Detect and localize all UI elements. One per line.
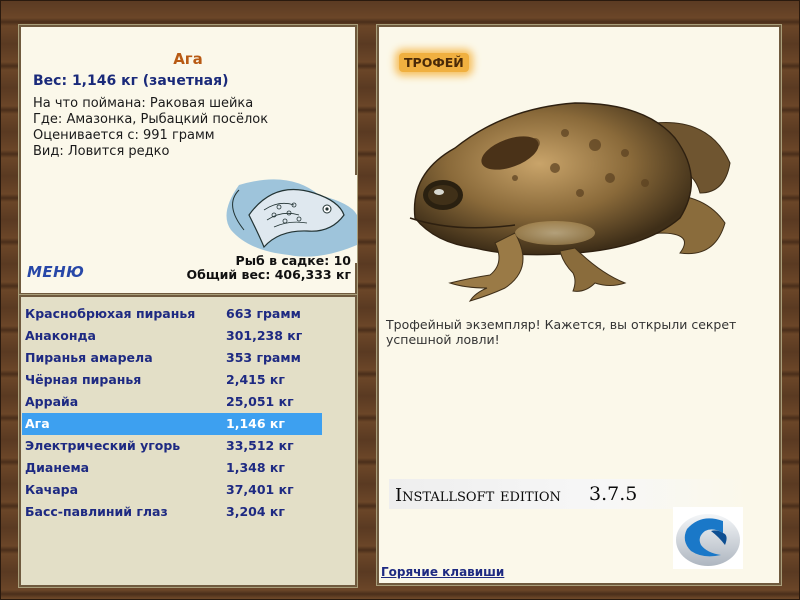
version-number: 3.7.5 <box>589 483 638 505</box>
catch-name: Дианема <box>25 460 90 475</box>
catch-weight: 37,401 кг <box>226 482 294 497</box>
catch-row[interactable]: Басс-павлиний глаз 3,204 кг <box>22 501 322 523</box>
location-line: Где: Амазонка, Рыбацкий посёлок <box>33 112 268 127</box>
catch-name: Басс-павлиний глаз <box>25 504 168 519</box>
threshold-line: Оценивается с: 991 грамм <box>33 128 215 143</box>
toad-image-icon <box>409 102 731 302</box>
catch-row-selected[interactable]: Ага 1,146 кг <box>22 413 322 435</box>
fish-info-panel: Ага Вес: 1,146 кг (зачетная) На что пойм… <box>18 24 358 296</box>
catch-weight: 1,146 кг <box>226 416 285 431</box>
catch-row[interactable]: Электрический угорь 33,512 кг <box>22 435 322 457</box>
catch-name: Чёрная пиранья <box>25 372 142 387</box>
catch-row[interactable]: Анаконда 301,238 кг <box>22 325 322 347</box>
catch-row[interactable]: Дианема 1,348 кг <box>22 457 322 479</box>
catch-weight: 3,204 кг <box>226 504 285 519</box>
catch-name: Аррайа <box>25 394 79 409</box>
catch-row[interactable]: Чёрная пиранья 2,415 кг <box>22 369 322 391</box>
bait-value: Раковая шейка <box>149 96 254 111</box>
bait-line: На что поймана: Раковая шейка <box>33 96 253 111</box>
catch-weight: 25,051 кг <box>226 394 294 409</box>
rarity-value: Ловится редко <box>67 144 170 159</box>
fish-drawing-icon <box>219 175 357 263</box>
catch-list: Краснобрюхая пиранья 663 грамм Анаконда … <box>18 294 358 588</box>
fish-weight: Вес: 1,146 кг (зачетная) <box>33 73 229 89</box>
catch-row[interactable]: Краснобрюхая пиранья 663 грамм <box>22 303 322 325</box>
location-label: Где: <box>33 112 63 127</box>
trophy-badge: ТРОФЕЙ <box>399 53 469 72</box>
bait-label: На что поймана: <box>33 96 146 111</box>
installsoft-logo-icon <box>673 507 743 569</box>
catch-name: Пиранья амарела <box>25 350 153 365</box>
hotkeys-link[interactable]: Горячие клавиши <box>381 565 504 579</box>
edition-banner: Installsoft edition 3.7.5 <box>389 479 749 509</box>
catch-row[interactable]: Аррайа 25,051 кг <box>22 391 322 413</box>
catch-row[interactable]: Качара 37,401 кг <box>22 479 322 501</box>
catch-weight: 1,348 кг <box>226 460 285 475</box>
location-value: Амазонка, Рыбацкий посёлок <box>66 112 269 127</box>
threshold-label: Оценивается с: <box>33 128 139 143</box>
catch-row[interactable]: Пиранья амарела 353 грамм <box>22 347 322 369</box>
rarity-line: Вид: Ловится редко <box>33 144 169 159</box>
catch-weight: 2,415 кг <box>226 372 285 387</box>
catch-name: Краснобрюхая пиранья <box>25 306 196 321</box>
edition-name: Installsoft edition <box>395 485 561 506</box>
catch-name: Электрический угорь <box>25 438 181 453</box>
total-weight: Общий вес: 406,333 кг <box>186 267 352 282</box>
catch-weight: 353 грамм <box>226 350 301 365</box>
trophy-panel: ТРОФЕЙ Трофейный экземпляр! Кажется, вы … <box>376 24 782 586</box>
catch-weight: 301,238 кг <box>226 328 303 343</box>
threshold-value: 991 грамм <box>143 128 215 143</box>
catch-name: Анаконда <box>25 328 96 343</box>
menu-button[interactable]: МЕНЮ <box>27 263 84 281</box>
rarity-label: Вид: <box>33 144 64 159</box>
trophy-description: Трофейный экземпляр! Кажется, вы открыли… <box>386 317 737 347</box>
catch-weight: 663 грамм <box>226 306 301 321</box>
catch-weight: 33,512 кг <box>226 438 294 453</box>
fish-count: Рыб в садке: 10 <box>235 253 351 268</box>
fish-title: Ага <box>173 50 203 68</box>
catch-name: Ага <box>25 416 50 431</box>
catch-name: Качара <box>25 482 79 497</box>
